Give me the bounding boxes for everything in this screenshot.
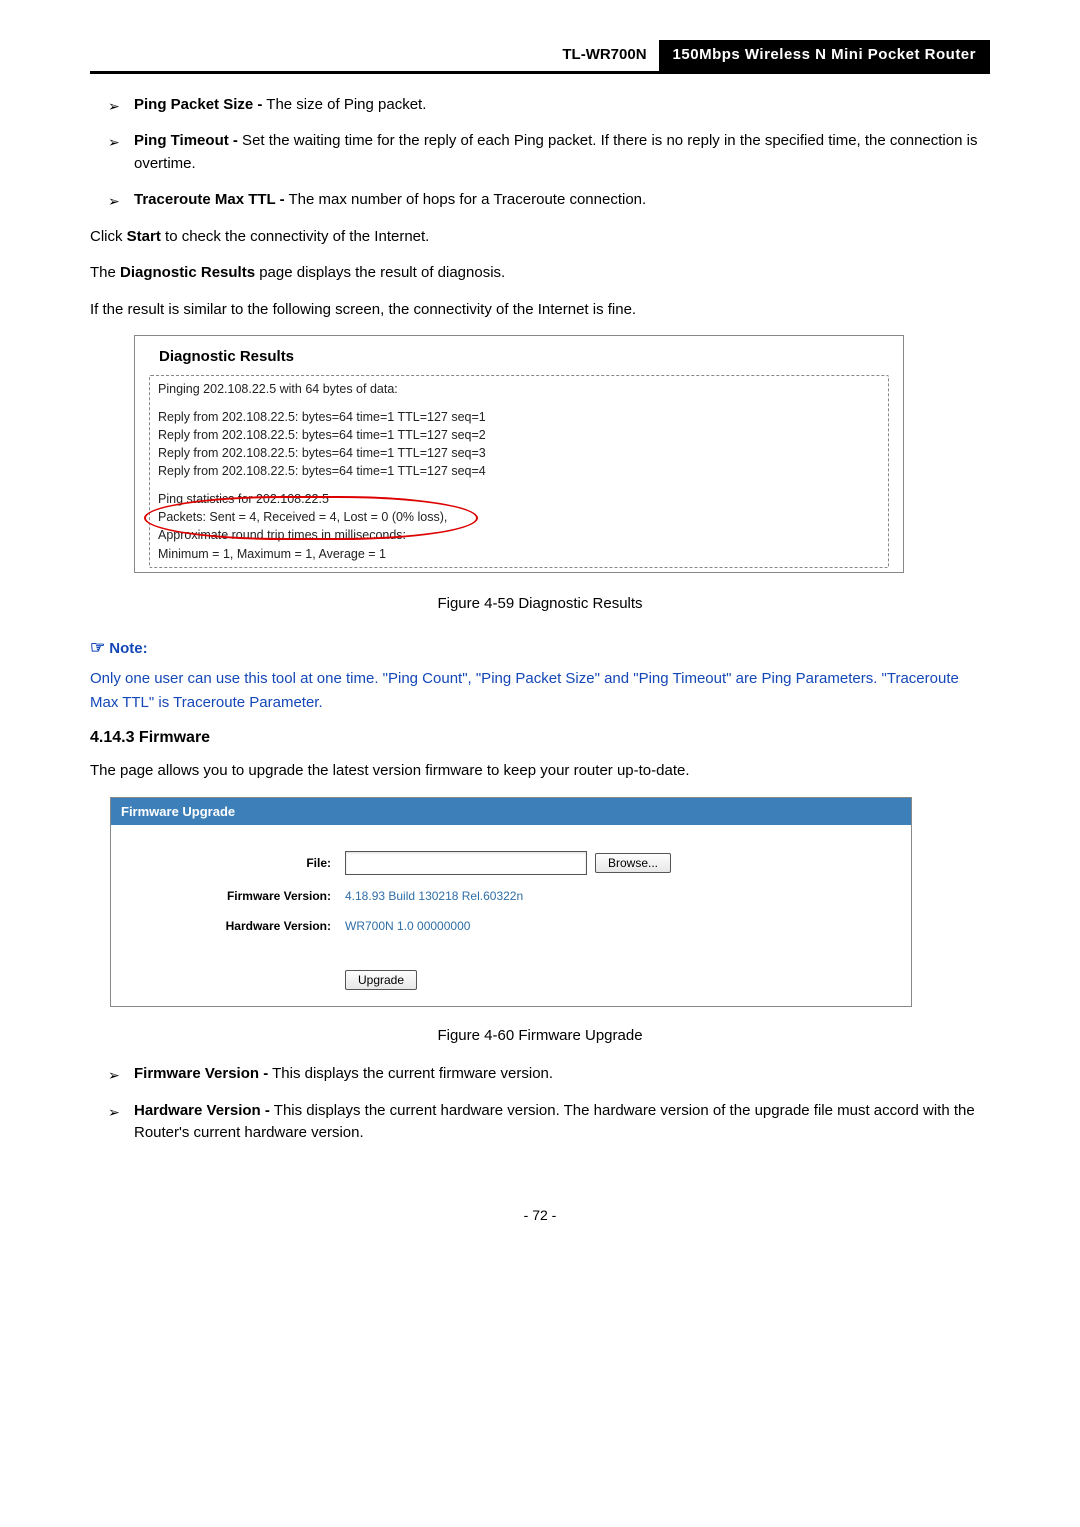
firmware-intro: The page allows you to upgrade the lates…: [90, 760, 990, 783]
diag-line: Reply from 202.108.22.5: bytes=64 time=1…: [158, 408, 880, 426]
diag-line: Ping statistics for 202.108.22.5: [158, 490, 880, 508]
diag-panel-title: Diagnostic Results: [159, 346, 889, 369]
diag-line: Approximate round trip times in millisec…: [158, 526, 880, 544]
bullet-fw-version: ➢ Firmware Version - This displays the c…: [90, 1063, 990, 1086]
bullet-arrow-icon: ➢: [108, 1065, 120, 1086]
browse-button[interactable]: Browse...: [595, 853, 671, 873]
pointing-hand-icon: ☞: [90, 638, 105, 657]
diag-line: Packets: Sent = 4, Received = 4, Lost = …: [158, 508, 880, 526]
bullet-arrow-icon: ➢: [108, 191, 120, 212]
diag-line: Reply from 202.108.22.5: bytes=64 time=1…: [158, 462, 880, 480]
figure-4-60-caption: Figure 4-60 Firmware Upgrade: [90, 1025, 990, 1048]
file-input[interactable]: [345, 851, 587, 875]
diag-line: Reply from 202.108.22.5: bytes=64 time=1…: [158, 444, 880, 462]
upgrade-button[interactable]: Upgrade: [345, 970, 417, 990]
note-body: Only one user can use this tool at one t…: [90, 667, 990, 717]
bold: Diagnostic Results: [120, 264, 255, 281]
desc: This displays the current firmware versi…: [268, 1065, 553, 1082]
click-start-line: Click Start to check the connectivity of…: [90, 226, 990, 249]
diag-output: Pinging 202.108.22.5 with 64 bytes of da…: [149, 375, 889, 568]
start-word: Start: [127, 228, 161, 245]
hw-version-value: WR700N 1.0 00000000: [345, 917, 470, 935]
fw-version-row: Firmware Version: 4.18.93 Build 130218 R…: [111, 881, 911, 911]
upgrade-row: Upgrade: [111, 961, 911, 1006]
bullet-arrow-icon: ➢: [108, 96, 120, 117]
bullet-arrow-icon: ➢: [108, 132, 120, 153]
desc: Set the waiting time for the reply of ea…: [134, 132, 977, 172]
firmware-upgrade-panel: Firmware Upgrade File: Browse... Firmwar…: [110, 797, 912, 1007]
section-heading-firmware: 4.14.3 Firmware: [90, 726, 990, 750]
page-number: - 72 -: [90, 1205, 990, 1226]
bullet-traceroute-ttl: ➢ Traceroute Max TTL - The max number of…: [90, 189, 990, 212]
page-header: TL-WR700N 150Mbps Wireless N Mini Pocket…: [90, 40, 990, 74]
text: to check the connectivity of the Interne…: [161, 228, 429, 245]
diag-results-line: The Diagnostic Results page displays the…: [90, 262, 990, 285]
bullet-ping-timeout: ➢ Ping Timeout - Set the waiting time fo…: [90, 130, 990, 175]
file-row: File: Browse...: [111, 845, 911, 881]
term: Hardware Version -: [134, 1102, 270, 1119]
fw-version-value: 4.18.93 Build 130218 Rel.60322n: [345, 887, 523, 905]
header-spacer: [90, 40, 550, 71]
bullet-hw-version: ➢ Hardware Version - This displays the c…: [90, 1100, 990, 1145]
text: Click: [90, 228, 127, 245]
hw-version-row: Hardware Version: WR700N 1.0 00000000: [111, 911, 911, 941]
diag-line: Reply from 202.108.22.5: bytes=64 time=1…: [158, 426, 880, 444]
model-badge: TL-WR700N: [550, 40, 658, 71]
term: Traceroute Max TTL -: [134, 191, 285, 208]
diag-line: Pinging 202.108.22.5 with 64 bytes of da…: [158, 380, 880, 398]
desc: The max number of hops for a Traceroute …: [285, 191, 647, 208]
figure-4-59-caption: Figure 4-59 Diagnostic Results: [90, 593, 990, 616]
bullet-arrow-icon: ➢: [108, 1102, 120, 1123]
fw-version-label: Firmware Version:: [121, 887, 345, 905]
note-word: Note:: [109, 640, 147, 657]
term: Ping Timeout -: [134, 132, 238, 149]
text: The: [90, 264, 120, 281]
file-label: File:: [121, 854, 345, 872]
text: page displays the result of diagnosis.: [255, 264, 505, 281]
diagnostic-results-panel: Diagnostic Results Pinging 202.108.22.5 …: [134, 335, 904, 573]
hw-version-label: Hardware Version:: [121, 917, 345, 935]
term: Ping Packet Size -: [134, 96, 262, 113]
product-subtitle: 150Mbps Wireless N Mini Pocket Router: [659, 40, 990, 71]
bullet-ping-packet-size: ➢ Ping Packet Size - The size of Ping pa…: [90, 94, 990, 117]
term: Firmware Version -: [134, 1065, 268, 1082]
diag-line: Minimum = 1, Maximum = 1, Average = 1: [158, 545, 880, 563]
note-label: ☞Note:: [90, 635, 990, 661]
desc: The size of Ping packet.: [262, 96, 426, 113]
similar-line: If the result is similar to the followin…: [90, 299, 990, 322]
firmware-panel-title: Firmware Upgrade: [111, 798, 911, 826]
